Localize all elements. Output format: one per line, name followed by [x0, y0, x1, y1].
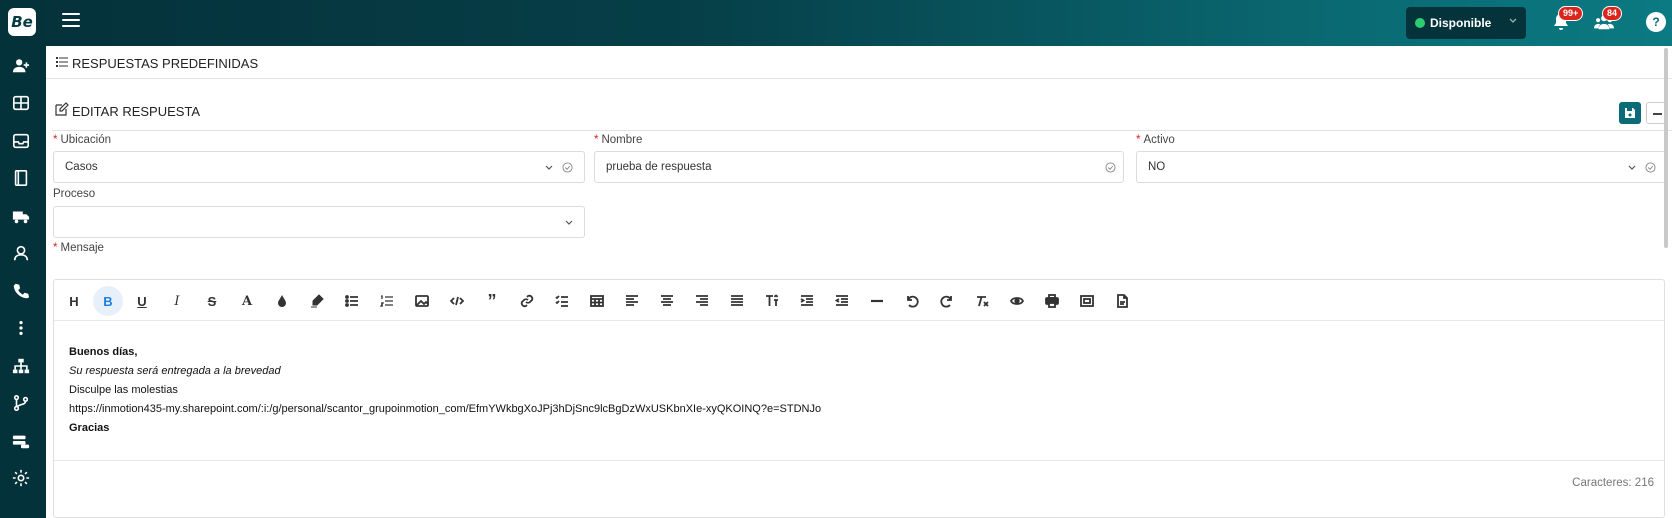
sidebar: Be [0, 0, 46, 518]
page-header: RESPUESTAS PREDEFINIDAS [46, 46, 1672, 79]
phone-icon[interactable] [11, 281, 31, 301]
chevron-down-icon [1628, 165, 1636, 170]
sitemap-icon[interactable] [11, 356, 31, 376]
quote-icon[interactable]: ” [477, 286, 507, 316]
proceso-select[interactable] [53, 206, 585, 238]
edit-icon [55, 102, 69, 116]
valid-check-icon [562, 162, 573, 173]
clear-format-icon[interactable] [967, 286, 997, 316]
horizontal-rule-icon[interactable] [862, 286, 892, 316]
code-icon[interactable] [442, 286, 472, 316]
content-line: Su respuesta será entregada a la breveda… [69, 365, 281, 377]
page-title: RESPUESTAS PREDEFINIDAS [72, 56, 259, 71]
editor-content[interactable]: Buenos días, Su respuesta será entregada… [69, 343, 821, 438]
nombre-input[interactable]: prueba de respuesta [594, 151, 1124, 183]
status-label: Disponible [1430, 16, 1492, 30]
app-logo[interactable]: Be [8, 8, 36, 36]
proceso-label: Proceso [53, 188, 96, 200]
underline-button[interactable]: U [127, 286, 157, 316]
justify-icon[interactable] [722, 286, 752, 316]
redo-icon[interactable] [932, 286, 962, 316]
ubicacion-select[interactable]: Casos [53, 151, 585, 183]
status-select[interactable]: Disponible [1406, 7, 1526, 39]
content-link[interactable]: https://inmotion435-my.sharepoint.com/:i… [69, 400, 821, 419]
activo-select[interactable]: NO [1136, 151, 1666, 183]
chevron-down-icon [565, 220, 573, 225]
undo-icon[interactable] [897, 286, 927, 316]
drop-icon[interactable] [267, 286, 297, 316]
export-file-icon[interactable] [1107, 286, 1137, 316]
ubicacion-label: * Ubicación [53, 134, 111, 146]
valid-check-icon [1105, 162, 1116, 173]
align-left-icon[interactable] [617, 286, 647, 316]
save-icon [1625, 108, 1635, 118]
users-badge: 84 [1602, 6, 1623, 21]
image-icon[interactable] [407, 286, 437, 316]
truck-icon[interactable] [11, 206, 31, 226]
section-title: EDITAR RESPUESTA [72, 104, 201, 119]
chevron-down-icon [1509, 18, 1517, 23]
menu-toggle-icon[interactable] [62, 13, 80, 31]
message-editor[interactable]: H B U I S A ” Buenos días, Su respuesta … [53, 279, 1665, 518]
numbered-list-icon[interactable] [372, 286, 402, 316]
main-content: RESPUESTAS PREDEFINIDAS EDITAR RESPUESTA… [46, 46, 1672, 518]
bullet-list-icon[interactable] [337, 286, 367, 316]
content-line: Buenos días, [69, 346, 138, 358]
fullscreen-icon[interactable] [1072, 286, 1102, 316]
server-icon[interactable] [11, 431, 31, 451]
highlight-icon[interactable] [302, 286, 332, 316]
chevron-down-icon [545, 165, 553, 170]
gear-icon[interactable] [11, 468, 31, 488]
minus-icon [1653, 113, 1662, 115]
status-dot [1415, 18, 1425, 28]
character-count: Caracteres: 216 [1572, 477, 1654, 489]
inbox-icon[interactable] [11, 131, 31, 151]
activo-label: * Activo [1136, 134, 1175, 146]
divider [54, 460, 1664, 461]
notifications-badge: 99+ [1558, 6, 1584, 21]
print-icon[interactable] [1037, 286, 1067, 316]
topbar: Disponible 99+ 84 ? [46, 0, 1672, 46]
ubicacion-value: Casos [65, 161, 98, 173]
grid-icon[interactable] [11, 93, 31, 113]
valid-check-icon [1645, 162, 1656, 173]
activo-value: NO [1148, 161, 1166, 173]
content-line: Disculpe las molestias [69, 384, 178, 396]
branch-icon[interactable] [11, 393, 31, 413]
strikethrough-button[interactable]: S [197, 286, 227, 316]
table-icon[interactable] [582, 286, 612, 316]
checklist-icon[interactable] [547, 286, 577, 316]
add-user-icon[interactable] [11, 56, 31, 76]
bold-button[interactable]: B [93, 286, 123, 316]
nombre-value: prueba de respuesta [606, 161, 712, 173]
align-right-icon[interactable] [687, 286, 717, 316]
italic-button[interactable]: I [162, 286, 192, 316]
outdent-icon[interactable] [827, 286, 857, 316]
scrollbar[interactable] [1664, 48, 1668, 248]
mensaje-label: * Mensaje [53, 242, 104, 254]
save-button[interactable] [1619, 102, 1641, 124]
list-icon [56, 57, 68, 67]
link-icon[interactable] [512, 286, 542, 316]
font-color-button[interactable]: A [232, 286, 262, 316]
indent-icon[interactable] [792, 286, 822, 316]
user-icon[interactable] [11, 243, 31, 263]
heading-button[interactable]: H [59, 286, 89, 316]
text-size-icon[interactable] [757, 286, 787, 316]
nombre-label: * Nombre [594, 134, 643, 146]
align-center-icon[interactable] [652, 286, 682, 316]
editor-toolbar: H B U I S A ” [54, 280, 1664, 321]
help-icon[interactable]: ? [1646, 12, 1666, 32]
divider [52, 130, 1672, 131]
book-icon[interactable] [11, 168, 31, 188]
content-line: Gracias [69, 422, 110, 434]
preview-eye-icon[interactable] [1002, 286, 1032, 316]
more-vertical-icon[interactable] [11, 318, 31, 338]
